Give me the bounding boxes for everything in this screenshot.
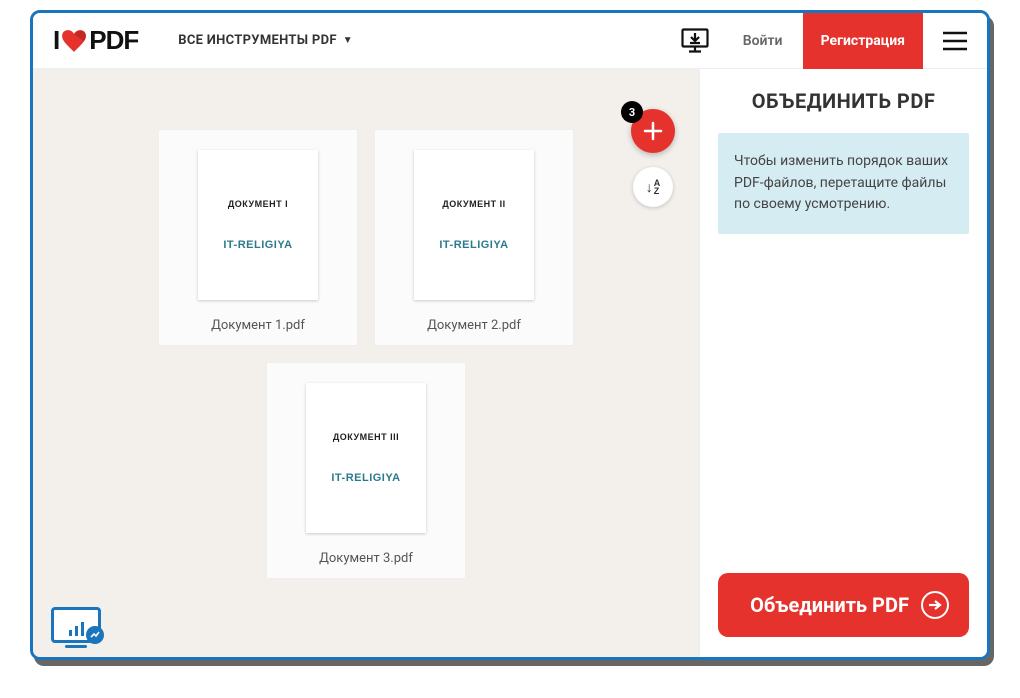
register-button[interactable]: Регистрация (803, 13, 923, 69)
thumb-title: ДОКУМЕНТ II (442, 199, 505, 209)
monitor-download-icon (681, 28, 709, 54)
trend-badge-icon (86, 626, 104, 644)
logo-text-prefix: I (53, 25, 59, 56)
file-card[interactable]: ДОКУМЕНТ III IT-RELIGIYA Документ 3.pdf (266, 362, 466, 579)
plus-icon (642, 120, 664, 142)
sort-az-icon: ↓AZ (646, 179, 661, 195)
bar-chart-icon (69, 620, 84, 636)
thumb-title: ДОКУМЕНТ I (228, 199, 288, 209)
sidebar: ОБЪЕДИНИТЬ PDF Чтобы изменить порядок ва… (699, 69, 987, 657)
fab-stack: 3 ↓AZ (631, 109, 675, 207)
file-count-badge: 3 (621, 101, 643, 123)
logo-text-suffix: PDF (89, 25, 138, 56)
thumb-brand: IT-RELIGIYA (223, 239, 292, 251)
thumb-brand: IT-RELIGIYA (331, 472, 400, 484)
app-window: I PDF ВСЕ ИНСТРУМЕНТЫ PDF ▼ (30, 10, 990, 660)
login-label: Войти (743, 33, 783, 49)
all-tools-menu[interactable]: ВСЕ ИНСТРУМЕНТЫ PDF ▼ (178, 33, 353, 48)
file-canvas[interactable]: ДОКУМЕНТ I IT-RELIGIYA Документ 1.pdf ДО… (33, 69, 699, 657)
file-grid: ДОКУМЕНТ I IT-RELIGIYA Документ 1.pdf ДО… (136, 129, 596, 579)
sidebar-title: ОБЪЕДИНИТЬ PDF (718, 89, 969, 113)
add-files-button[interactable]: 3 (631, 109, 675, 153)
login-button[interactable]: Войти (723, 13, 803, 69)
hamburger-menu-button[interactable] (923, 13, 987, 69)
tools-menu-label: ВСЕ ИНСТРУМЕНТЫ PDF (178, 33, 337, 48)
heart-icon (61, 29, 87, 53)
register-label: Регистрация (821, 33, 905, 49)
sort-button[interactable]: ↓AZ (633, 167, 673, 207)
file-name: Документ 2.pdf (427, 318, 521, 333)
arrow-right-circle-icon (921, 591, 949, 619)
file-name: Документ 1.pdf (211, 318, 305, 333)
file-name: Документ 3.pdf (319, 551, 413, 566)
logo[interactable]: I PDF (53, 25, 138, 56)
header: I PDF ВСЕ ИНСТРУМЕНТЫ PDF ▼ (33, 13, 987, 69)
body: ДОКУМЕНТ I IT-RELIGIYA Документ 1.pdf ДО… (33, 69, 987, 657)
merge-label: Объединить PDF (738, 593, 921, 618)
thumb-brand: IT-RELIGIYA (439, 239, 508, 251)
file-card[interactable]: ДОКУМЕНТ I IT-RELIGIYA Документ 1.pdf (158, 129, 358, 346)
desktop-app-button[interactable] (667, 13, 723, 69)
hamburger-icon (942, 31, 968, 51)
thumb-title: ДОКУМЕНТ III (333, 432, 399, 442)
file-thumbnail: ДОКУМЕНТ II IT-RELIGIYA (414, 150, 534, 300)
merge-button[interactable]: Объединить PDF (718, 573, 969, 637)
stats-widget[interactable] (51, 607, 101, 643)
caret-down-icon: ▼ (343, 35, 353, 46)
file-thumbnail: ДОКУМЕНТ III IT-RELIGIYA (306, 383, 426, 533)
file-thumbnail: ДОКУМЕНТ I IT-RELIGIYA (198, 150, 318, 300)
file-card[interactable]: ДОКУМЕНТ II IT-RELIGIYA Документ 2.pdf (374, 129, 574, 346)
hint-box: Чтобы изменить порядок ваших PDF-файлов,… (718, 133, 969, 234)
